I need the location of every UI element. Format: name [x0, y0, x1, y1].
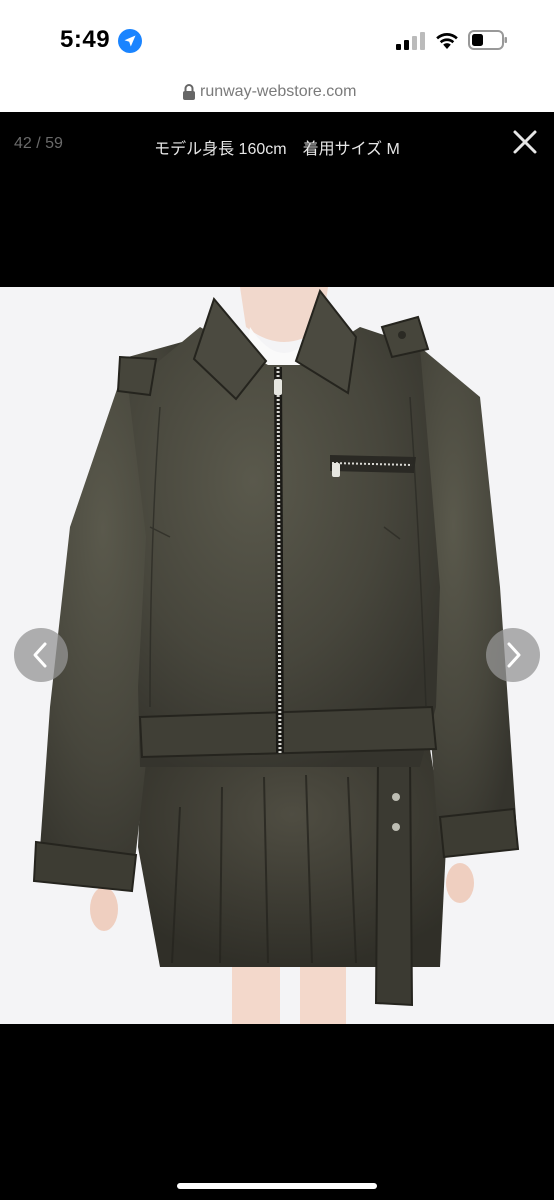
home-indicator[interactable]	[177, 1183, 377, 1189]
browser-url-bar[interactable]: runway-webstore.com	[0, 78, 554, 112]
image-caption: モデル身長 160cm 着用サイズ M	[154, 141, 400, 158]
wifi-icon	[436, 33, 458, 49]
gallery-footer	[0, 1024, 554, 1200]
lock-icon	[183, 84, 195, 100]
chevron-left-icon	[33, 642, 47, 668]
close-icon[interactable]	[510, 127, 540, 157]
chevron-right-icon	[507, 642, 521, 668]
url-text[interactable]: runway-webstore.com	[200, 83, 357, 101]
status-bar: 5:49	[0, 0, 554, 78]
next-image-button[interactable]	[486, 628, 540, 682]
battery-icon	[468, 30, 507, 50]
previous-image-button[interactable]	[14, 628, 68, 682]
model-jacket-illustration	[32, 287, 520, 1024]
status-time: 5:49	[60, 26, 111, 53]
product-photo	[0, 287, 554, 1024]
gallery-header: 42 / 59 モデル身長 160cm 着用サイズ M	[0, 112, 554, 287]
location-arrow-icon	[118, 29, 142, 53]
cellular-signal-icon	[396, 32, 425, 50]
